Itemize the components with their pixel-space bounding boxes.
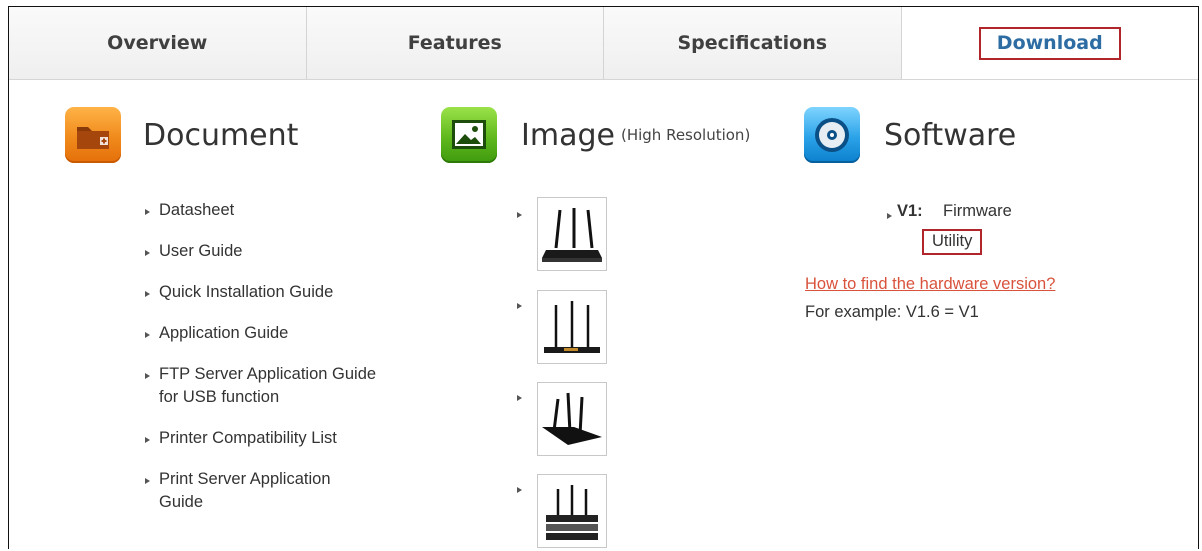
- utility-link[interactable]: Utility: [922, 229, 983, 255]
- hardware-version-example: For example: V1.6 = V1: [805, 303, 979, 321]
- link-datasheet[interactable]: Datasheet: [143, 199, 419, 222]
- router-angle-icon[interactable]: [537, 382, 607, 456]
- link-printer-compatibility[interactable]: Printer Compatibility List: [143, 427, 419, 450]
- hardware-version-link[interactable]: How to find the hardware version?: [805, 275, 1055, 294]
- bullet-icon: [517, 212, 522, 218]
- firmware-link[interactable]: Firmware: [943, 202, 1012, 221]
- router-rear-icon[interactable]: [537, 290, 607, 364]
- picture-icon: [441, 107, 497, 163]
- tab-download-label: Download: [978, 26, 1121, 60]
- software-version: V1:: [897, 202, 923, 220]
- disc-icon: [804, 107, 860, 163]
- tab-features-label: Features: [407, 32, 502, 54]
- link-print-server-guide[interactable]: Print Server Application Guide: [143, 468, 379, 514]
- bullet-icon: [517, 395, 522, 401]
- tab-overview[interactable]: Overview: [9, 7, 307, 79]
- link-user-guide[interactable]: User Guide: [143, 240, 419, 263]
- link-application-guide[interactable]: Application Guide: [143, 322, 419, 345]
- download-panel: Overview Features Specifications Downloa…: [8, 6, 1199, 549]
- router-stacked-icon[interactable]: [537, 474, 607, 548]
- software-header: Software: [804, 107, 1016, 163]
- tab-download[interactable]: Download: [901, 7, 1198, 79]
- router-front-icon[interactable]: [537, 197, 607, 271]
- document-links: Datasheet User Guide Quick Installation …: [143, 199, 419, 532]
- image-subtitle: (High Resolution): [620, 126, 751, 144]
- software-title: Software: [884, 117, 1017, 153]
- folder-icon: [65, 107, 121, 163]
- tab-overview-label: Overview: [107, 32, 208, 54]
- link-ftp-server-guide[interactable]: FTP Server Application Guide for USB fun…: [143, 363, 379, 409]
- software-column: Software: [804, 107, 1016, 163]
- bullet-icon: [517, 303, 522, 309]
- image-header: Image (High Resolution): [441, 107, 750, 163]
- document-header: Document: [65, 107, 298, 163]
- image-column: Image (High Resolution): [441, 107, 750, 163]
- tab-features[interactable]: Features: [306, 7, 604, 79]
- link-quick-installation-guide[interactable]: Quick Installation Guide: [143, 281, 419, 304]
- tab-bar: Overview Features Specifications Downloa…: [9, 7, 1198, 80]
- document-title: Document: [143, 117, 299, 153]
- tab-specifications-label: Specifications: [677, 32, 828, 54]
- tab-specifications[interactable]: Specifications: [604, 7, 902, 79]
- image-title: Image: [521, 117, 615, 153]
- bullet-icon: [887, 213, 892, 219]
- bullet-icon: [517, 487, 522, 493]
- document-column: Document Datasheet User Guide Quick Inst…: [65, 107, 376, 511]
